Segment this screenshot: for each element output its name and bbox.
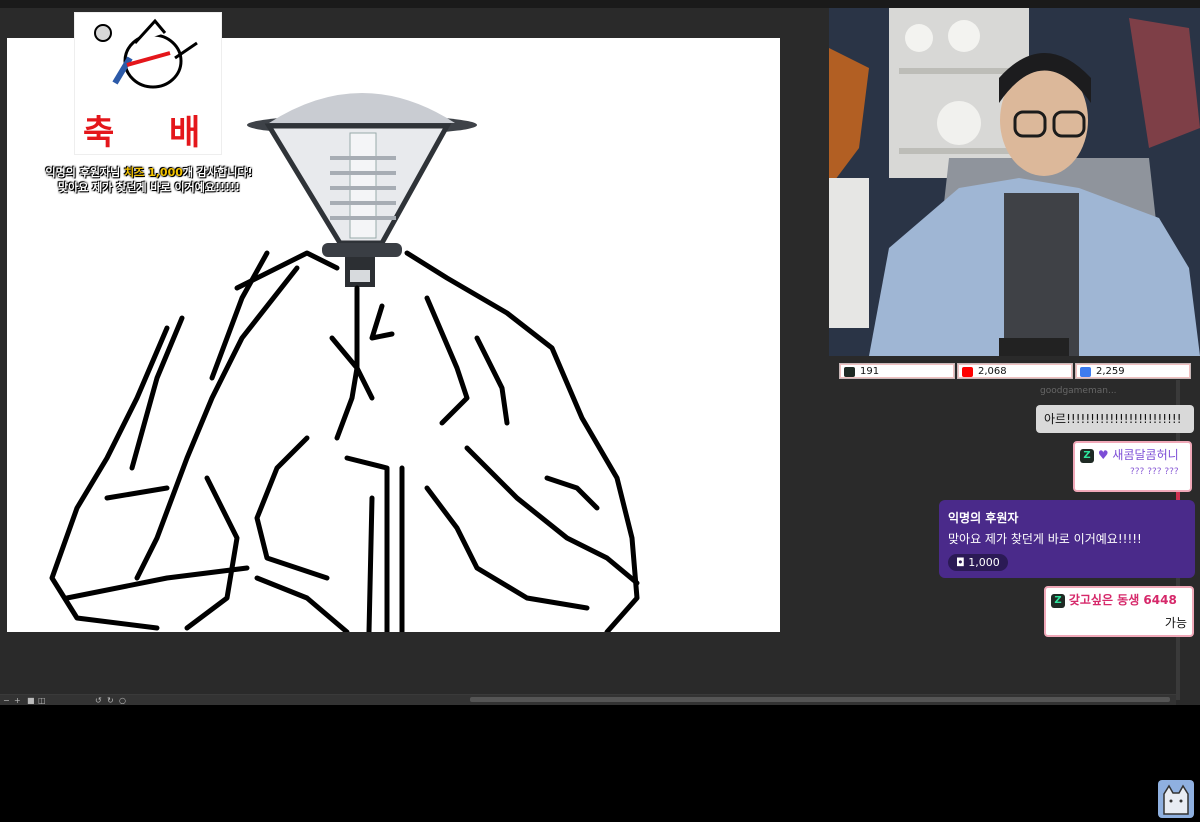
- thanks-line1-b: 개 감사합니다!: [182, 166, 253, 179]
- other-viewer-count: 2,259: [1075, 363, 1191, 379]
- chat-emote-text: ??? ??? ???: [1130, 467, 1179, 477]
- donation-thanks-text: 익명의 후원자님 치즈 1,000개 감사합니다! 맞아요 제가 찾던게 바로 …: [44, 165, 254, 195]
- mascot-cheering-icon: [94, 18, 198, 89]
- streamer-webcam-image: [829, 8, 1200, 356]
- chat-donation-message: 익명의 후원자 맞아요 제가 찾던게 바로 이거예요!!!!! ◘ 1,000: [939, 500, 1195, 578]
- chat-username: goodgameman...: [1040, 386, 1117, 396]
- donation-amount: 1,000: [968, 556, 1000, 569]
- top-bar: [0, 0, 1200, 8]
- chat-text: 아르!!!!!!!!!!!!!!!!!!!!!!!!: [1044, 412, 1182, 426]
- donation-alert: 축 배 익명의 후원자님 치즈 1,000개 감사합니다! 맞아요 제가 찾던게…: [46, 12, 252, 212]
- donation-amount-badge: ◘ 1,000: [948, 554, 1008, 571]
- donation-text: 맞아요 제가 찾던게 바로 이거예요!!!!!: [948, 532, 1142, 546]
- chat-message: 아르!!!!!!!!!!!!!!!!!!!!!!!!: [1036, 405, 1194, 433]
- chat-username: 새콤달콤허니: [1112, 448, 1179, 462]
- thanks-line1-highlight: 치즈 1,000: [124, 166, 183, 179]
- chat-message: Z ♥ 새콤달콤허니 ??? ??? ???: [1073, 441, 1192, 492]
- youtube-viewer-count: 2,068: [957, 363, 1073, 379]
- chzzk-badge-icon: Z: [1080, 448, 1094, 463]
- donation-emblem: 축 배: [74, 12, 222, 155]
- youtube-count: 2,068: [978, 366, 1007, 377]
- letterbox: [0, 705, 1200, 822]
- suit-sketch-lines: [49, 250, 640, 632]
- chzzk-badge-icon: Z: [1051, 593, 1065, 608]
- chat-message-partial: goodgameman...: [1040, 386, 1194, 399]
- emblem-text-left: 축: [83, 113, 115, 153]
- cat-avatar-icon: [1158, 780, 1194, 818]
- donation-username: 익명의 후원자: [948, 511, 1019, 525]
- emblem-text-right: 배: [169, 113, 201, 153]
- thanks-line2: 맞아요 제가 찾던게 바로 이거예요!!!!!: [57, 181, 241, 194]
- heart-icon: ♥: [1097, 448, 1109, 462]
- youtube-icon: [962, 367, 973, 377]
- thanks-line1-a: 익명의 후원자님: [45, 166, 121, 179]
- chat-text: 가능: [1164, 616, 1187, 630]
- cheese-icon: ◘: [956, 556, 965, 569]
- chat-username: 갖고싶은 동생 6448: [1068, 593, 1177, 607]
- chat-bubble-icon: [1080, 367, 1091, 377]
- chat-message: Z 갖고싶은 동생 6448 가능: [1044, 586, 1194, 637]
- streetlamp-head-image: [247, 93, 477, 287]
- chzzk-count: 191: [860, 366, 880, 377]
- horizontal-scrollbar[interactable]: [470, 697, 1170, 702]
- other-count: 2,259: [1096, 366, 1125, 377]
- chzzk-viewer-count: 191: [839, 363, 955, 379]
- webcam-feed: [829, 8, 1200, 356]
- chzzk-icon: [844, 367, 855, 377]
